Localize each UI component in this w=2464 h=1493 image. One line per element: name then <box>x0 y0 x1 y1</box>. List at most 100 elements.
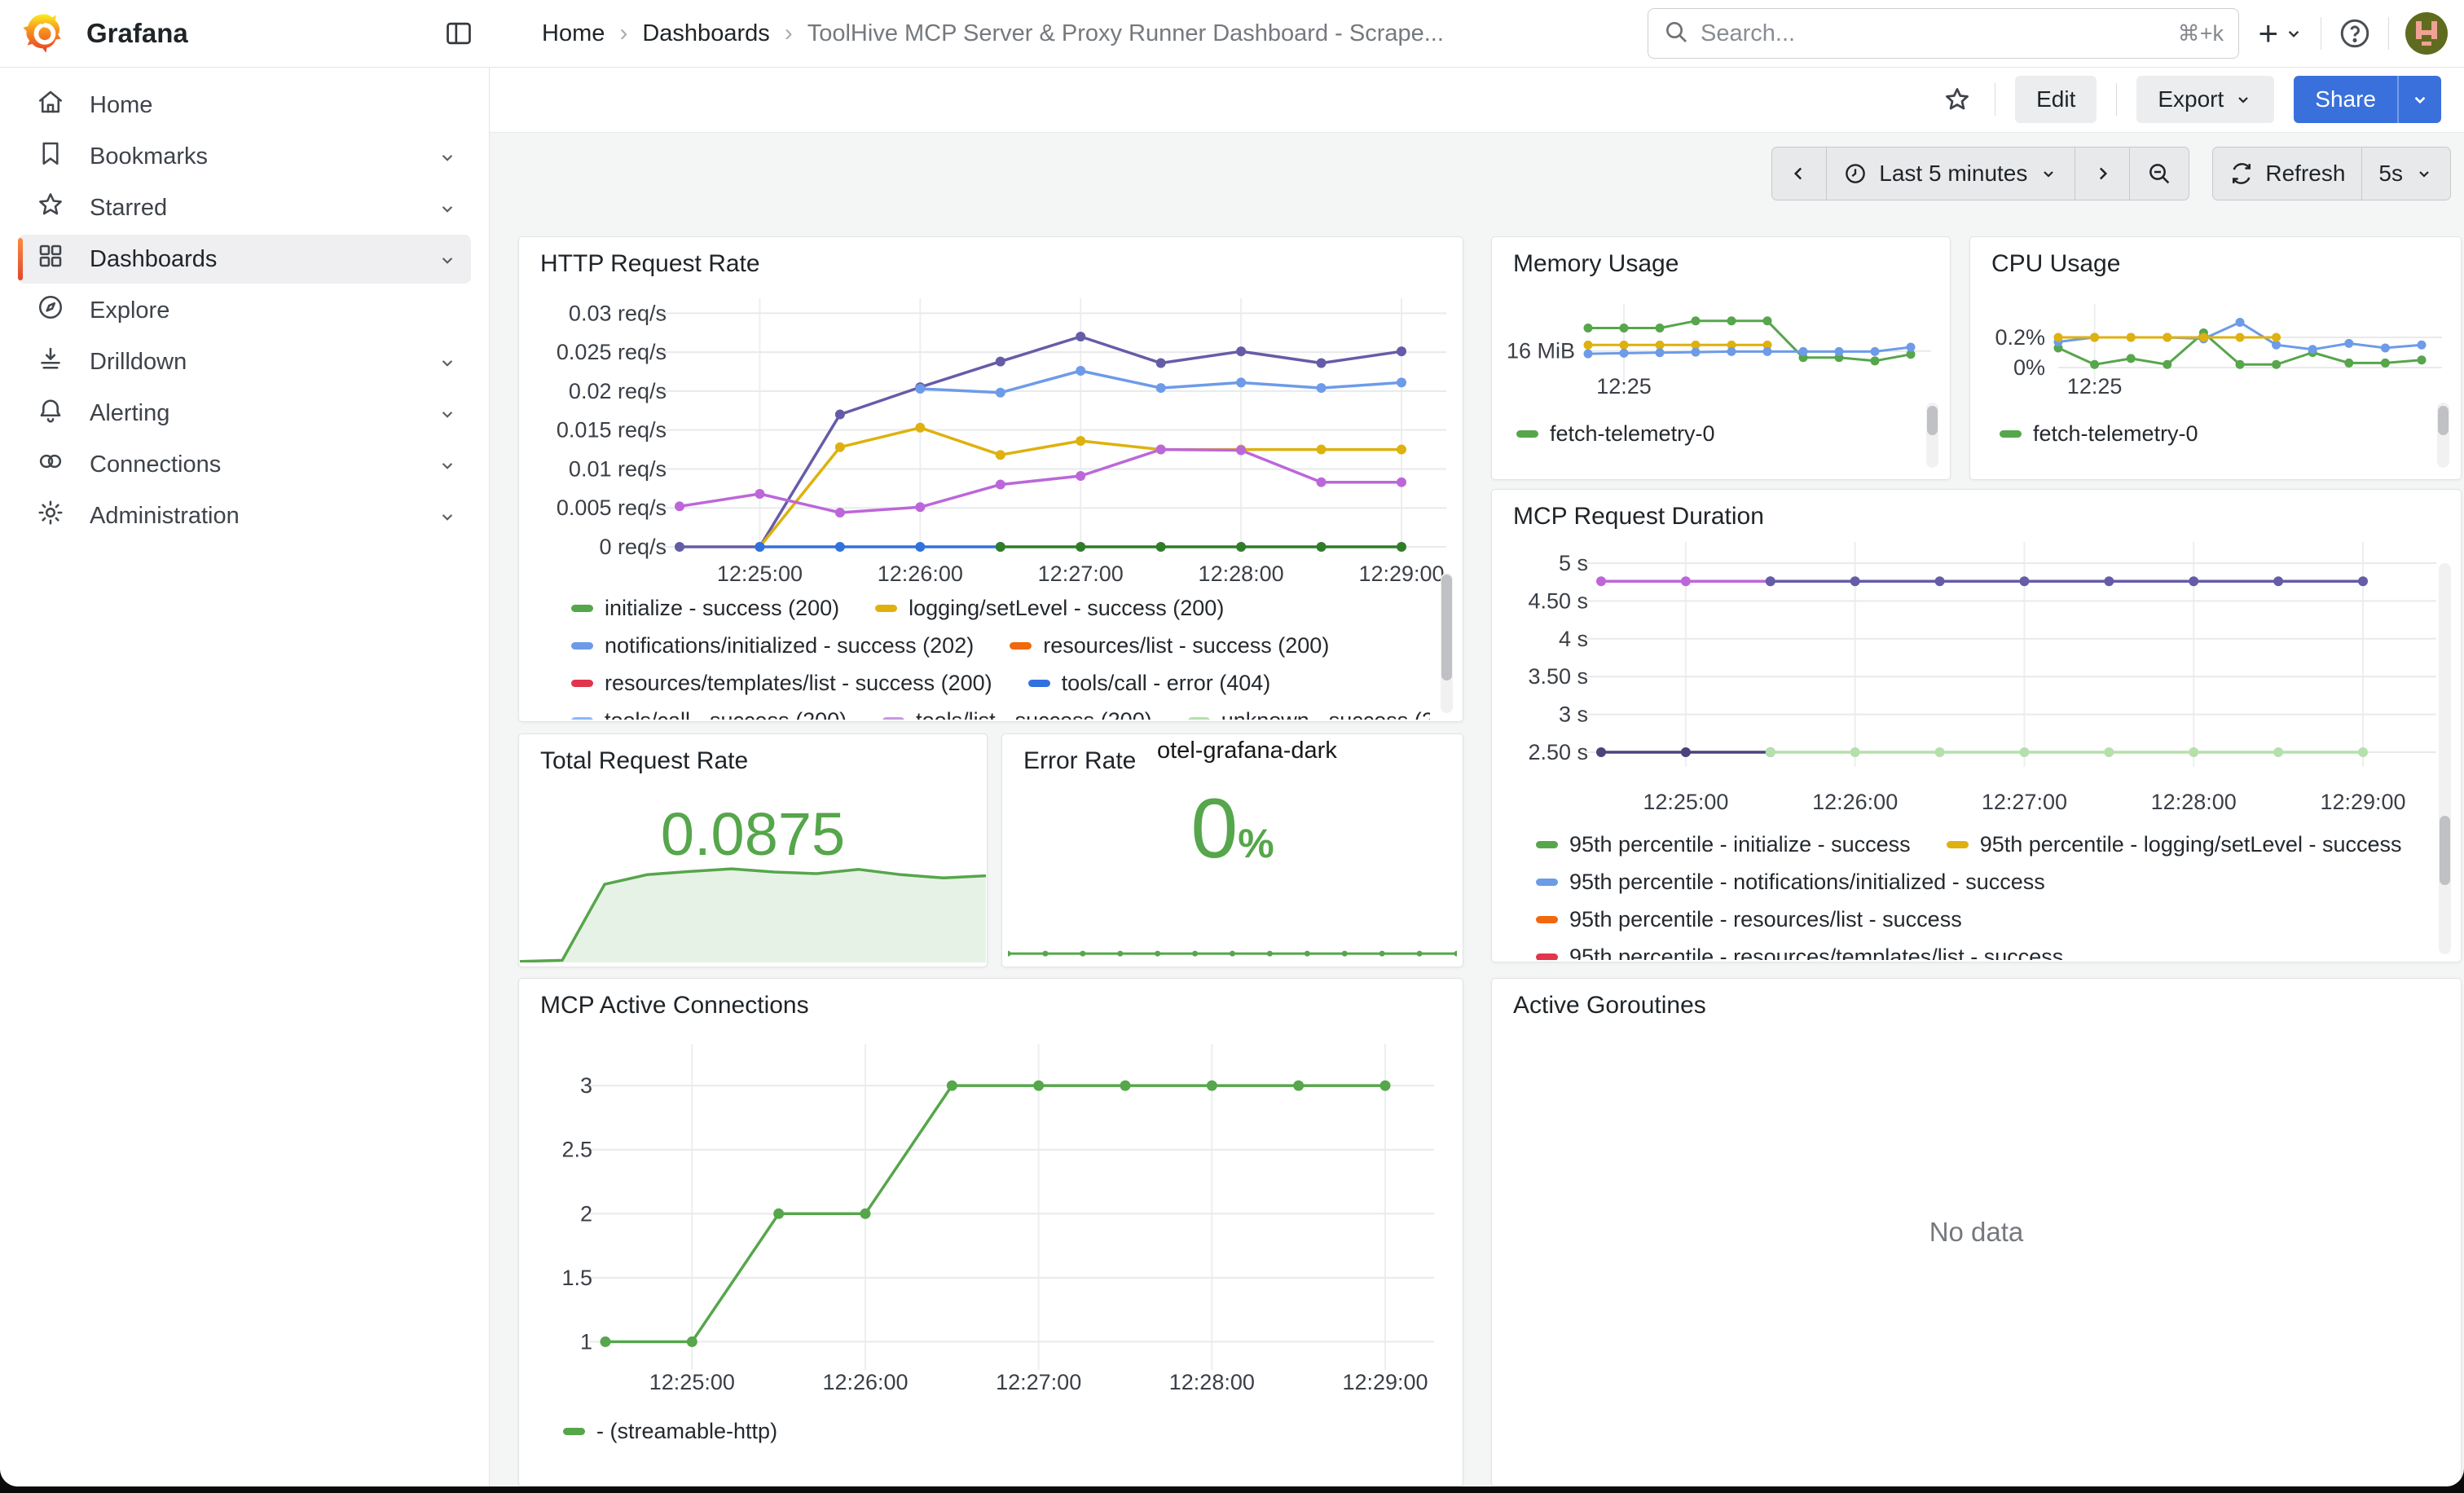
panel-title: Memory Usage <box>1513 250 1679 278</box>
sidebar-item-dashboards[interactable]: Dashboards <box>18 235 471 284</box>
legend-item[interactable]: fetch-telemetry-0 <box>2000 421 2198 447</box>
sidebar-item-drilldown[interactable]: Drilldown <box>18 337 471 386</box>
legend-color-pill <box>563 1428 585 1435</box>
legend-scrollbar[interactable] <box>1927 406 1938 435</box>
legend-scrollbar[interactable] <box>2438 406 2449 435</box>
legend-item[interactable]: 95th percentile - notifications/initiali… <box>1536 870 2045 895</box>
sidebar-item-explore[interactable]: Explore <box>18 286 471 335</box>
legend-item[interactable]: initialize - success (200) <box>571 596 839 621</box>
refresh-interval-picker[interactable]: 5s <box>2361 148 2450 200</box>
panel-http-request-rate[interactable]: HTTP Request Rate 0 req/s0.005 req/s0.01… <box>518 236 1463 722</box>
share-dropdown-button[interactable] <box>2397 76 2441 123</box>
refresh-button[interactable]: Refresh <box>2213 148 2361 200</box>
chevron-down-icon <box>437 506 458 534</box>
sidebar-toggle-icon[interactable] <box>442 18 475 51</box>
svg-text:1: 1 <box>580 1329 592 1354</box>
legend-scrollbar[interactable] <box>2440 816 2450 885</box>
legend-item[interactable]: 95th percentile - resources/list - succe… <box>1536 907 1962 932</box>
legend-item[interactable]: unknown - success (200) <box>1188 708 1430 720</box>
legend-item[interactable]: notifications/initialized - success (202… <box>571 633 974 658</box>
legend-item[interactable]: 95th percentile - resources/templates/li… <box>1536 945 2063 961</box>
time-forward-button[interactable] <box>2075 148 2129 200</box>
legend-label: initialize - success (200) <box>605 596 839 621</box>
star-button[interactable] <box>1939 76 1975 123</box>
http-legend[interactable]: initialize - success (200) logging/setLev… <box>571 596 1430 720</box>
legend-row: 95th percentile - notifications/initiali… <box>1536 870 2404 894</box>
mcp-request-duration-chart[interactable]: 5 s4.50 s4 s3.50 s3 s2.50 s12:25:0012:26… <box>1500 539 2453 820</box>
legend-item[interactable]: tools/call - error (404) <box>1028 671 1271 696</box>
share-button-group: Share <box>2294 76 2441 123</box>
panel-active-goroutines[interactable]: Active Goroutines No data <box>1491 978 2462 1486</box>
panel-mcp-request-duration[interactable]: MCP Request Duration 5 s4.50 s4 s3.50 s3… <box>1491 489 2462 962</box>
panel-cpu-usage[interactable]: CPU Usage 0.2%0%12:25 fetch-telemetry-0 <box>1969 236 2462 480</box>
cpu-legend[interactable]: fetch-telemetry-0 <box>2000 421 2420 478</box>
add-new-button[interactable]: + <box>2258 16 2304 51</box>
legend-scrollbar[interactable] <box>1441 575 1452 680</box>
svg-text:0.2%: 0.2% <box>1995 325 2045 350</box>
gear-icon <box>36 498 65 534</box>
sidebar-item-administration[interactable]: Administration <box>18 491 471 540</box>
svg-text:2.5: 2.5 <box>561 1138 592 1162</box>
svg-text:0.02 req/s: 0.02 req/s <box>569 379 667 403</box>
breadcrumb-current: ToolHive MCP Server & Proxy Runner Dashb… <box>807 20 1444 47</box>
mcp-active-connections-chart[interactable]: 11.522.5312:25:0012:26:0012:27:0012:28:0… <box>527 1036 1454 1400</box>
memory-legend[interactable]: fetch-telemetry-0 <box>1516 421 1909 478</box>
legend-color-pill <box>1536 916 1558 923</box>
breadcrumb-dashboards[interactable]: Dashboards <box>642 20 769 47</box>
svg-text:12:29:00: 12:29:00 <box>1342 1370 1428 1394</box>
panel-total-request-rate[interactable]: Total Request Rate 0.0875 <box>518 733 988 967</box>
legend-item[interactable]: 95th percentile - initialize - success <box>1536 832 1911 857</box>
drilldown-icon <box>36 344 65 380</box>
connections-legend[interactable]: - (streamable-http) <box>563 1419 1430 1484</box>
svg-text:3 s: 3 s <box>1559 702 1588 727</box>
legend-item[interactable]: tools/list - success (200) <box>882 708 1152 720</box>
legend-item[interactable]: resources/list - success (200) <box>1010 633 1329 658</box>
grafana-logo-icon[interactable] <box>21 11 67 56</box>
time-back-button[interactable] <box>1772 148 1826 200</box>
panel-error-rate[interactable]: Error Rate otel-grafana-dark 0% <box>1001 733 1463 967</box>
chevron-left-icon <box>1789 163 1810 184</box>
legend-label: resources/list - success (200) <box>1043 633 1329 658</box>
sidebar-item-label: Administration <box>90 503 240 530</box>
user-avatar[interactable] <box>2405 12 2448 55</box>
legend-item[interactable]: - (streamable-http) <box>563 1419 777 1444</box>
http-request-rate-chart[interactable]: 0 req/s0.005 req/s0.01 req/s0.015 req/s0… <box>527 291 1454 592</box>
duration-legend[interactable]: 95th percentile - initialize - success 95… <box>1536 832 2404 960</box>
sidebar-item-bookmarks[interactable]: Bookmarks <box>18 132 471 181</box>
panel-memory-usage[interactable]: Memory Usage 16 MiB12:25 fetch-telemetry… <box>1491 236 1951 480</box>
cpu-usage-chart[interactable]: 0.2%0%12:25 <box>1977 302 2454 404</box>
brand-title: Grafana <box>86 18 188 49</box>
panel-mcp-active-connections[interactable]: MCP Active Connections 11.522.5312:25:00… <box>518 978 1463 1486</box>
grid-icon <box>36 241 65 277</box>
svg-text:12:28:00: 12:28:00 <box>1199 562 1284 586</box>
sidebar-item-alerting[interactable]: Alerting <box>18 389 471 438</box>
sidebar-item-starred[interactable]: Starred <box>18 183 471 232</box>
edit-button[interactable]: Edit <box>2015 76 2097 123</box>
memory-usage-chart[interactable]: 16 MiB12:25 <box>1498 302 1943 404</box>
svg-text:0.015 req/s: 0.015 req/s <box>557 418 667 443</box>
search-input[interactable]: Search... ⌘+k <box>1648 8 2239 59</box>
help-button[interactable] <box>2338 16 2372 51</box>
svg-text:12:25:00: 12:25:00 <box>649 1370 735 1394</box>
legend-item[interactable]: tools/call - success (200) <box>571 708 847 720</box>
legend-row: 95th percentile - resources/templates/li… <box>1536 945 2404 960</box>
legend-item[interactable]: logging/setLevel - success (200) <box>875 596 1224 621</box>
time-range-picker[interactable]: Last 5 minutes <box>1826 148 2075 200</box>
svg-text:0 req/s: 0 req/s <box>599 535 667 559</box>
sidebar-item-label: Starred <box>90 195 167 222</box>
legend-color-pill <box>1536 953 1558 961</box>
legend-item[interactable]: 95th percentile - logging/setLevel - suc… <box>1947 832 2402 857</box>
legend-item[interactable]: fetch-telemetry-0 <box>1516 421 1715 447</box>
breadcrumb-home[interactable]: Home <box>542 20 605 47</box>
legend-item[interactable]: resources/templates/list - success (200) <box>571 671 992 696</box>
total-request-rate-value: 0.0875 <box>519 804 987 865</box>
svg-text:12:28:00: 12:28:00 <box>1169 1370 1255 1394</box>
zoom-out-button[interactable] <box>2129 148 2189 200</box>
legend-label: resources/templates/list - success (200) <box>605 671 992 696</box>
share-button[interactable]: Share <box>2294 76 2397 123</box>
export-button[interactable]: Export <box>2136 76 2274 123</box>
sidebar-item-home[interactable]: Home <box>18 81 471 130</box>
sidebar-item-connections[interactable]: Connections <box>18 440 471 489</box>
plus-icon: + <box>2258 16 2278 51</box>
sidebar-item-label: Bookmarks <box>90 143 208 170</box>
